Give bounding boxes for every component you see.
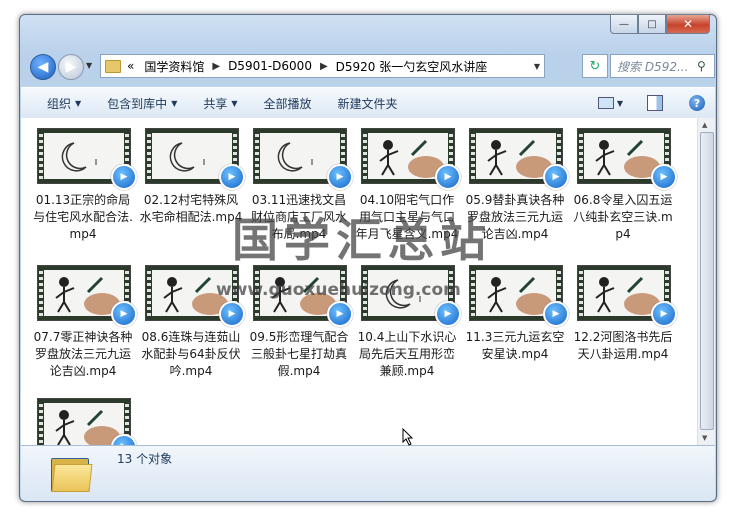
back-button[interactable]: ◀: [30, 54, 56, 80]
search-input[interactable]: 搜索 D592...: [617, 58, 695, 75]
close-button[interactable]: ✕: [666, 14, 710, 34]
preview-pane-icon[interactable]: [647, 95, 663, 111]
command-toolbar: 组织 ▼ 包含到库中 ▼ 共享 ▼ 全部播放 新建文件夹 ▼ ?: [21, 87, 715, 119]
folder-icon: [105, 59, 121, 73]
forward-arrow-icon: ▶: [65, 59, 77, 75]
folder-icon: [51, 454, 93, 492]
chevron-right-icon[interactable]: ▶: [320, 61, 328, 72]
video-thumbnail: ▶: [469, 128, 569, 190]
media-player-icon: ▶: [327, 164, 353, 190]
scrollbar-thumb[interactable]: [700, 132, 714, 430]
forward-button[interactable]: ▶: [58, 54, 84, 80]
chevron-right-icon[interactable]: ▶: [212, 61, 220, 72]
file-item[interactable]: ▶ 11.3三元九运玄空安星诀.mp4: [463, 265, 569, 363]
media-player-icon: ▶: [219, 301, 245, 327]
play-all-button[interactable]: 全部播放: [264, 95, 312, 112]
scroll-down-icon[interactable]: ▼: [702, 434, 707, 442]
video-thumbnail: ▶: [37, 265, 137, 327]
include-label: 包含到库中: [107, 96, 168, 111]
file-name: 01.13正宗的命局与住宅风水配合法.mp4: [33, 193, 133, 241]
include-in-library-menu[interactable]: 包含到库中 ▼: [107, 95, 177, 112]
video-thumbnail: ▶: [577, 128, 677, 190]
video-thumbnail: ▶: [253, 128, 353, 190]
file-name: 10.4上山下水识心局先后天互用形峦兼顾.mp4: [357, 330, 457, 378]
media-player-icon: ▶: [435, 301, 461, 327]
breadcrumb-item-2[interactable]: D5901-D6000: [228, 59, 312, 73]
video-thumbnail: ▶: [37, 128, 137, 190]
file-item[interactable]: ▶ 01.13正宗的命局与住宅风水配合法.mp4: [31, 128, 137, 243]
breadcrumb-overflow[interactable]: «: [127, 59, 134, 73]
file-name: 06.8令星入囚五运八纯卦玄空三诀.mp4: [573, 193, 673, 241]
video-thumbnail: ▶: [577, 265, 677, 327]
maximize-button[interactable]: □: [638, 14, 666, 34]
organize-label: 组织: [47, 96, 72, 111]
file-item[interactable]: ▶ 06.8令星入囚五运八纯卦玄空三诀.mp4: [571, 128, 677, 243]
file-name: 09.5形峦理气配合三般卦七星打劫真假.mp4: [249, 330, 349, 378]
file-name: 08.6连珠与连茹山水配卦与64卦反伏吟.mp4: [141, 330, 241, 378]
search-icon[interactable]: ⚲: [697, 59, 706, 73]
media-player-icon: ▶: [651, 301, 677, 327]
navigation-bar: ◀ ▶ ▼ « 国学资料馆 ▶ D5901-D6000 ▶ D5920 张一勺玄…: [30, 53, 715, 81]
media-player-icon: ▶: [111, 164, 137, 190]
media-player-icon: ▶: [543, 164, 569, 190]
video-thumbnail: ▶: [469, 265, 569, 327]
file-item[interactable]: ▶ 12.2河图洛书先后天八卦运用.mp4: [571, 265, 677, 363]
file-name: 11.3三元九运玄空安星诀.mp4: [465, 330, 565, 361]
help-icon[interactable]: ?: [689, 95, 705, 111]
media-player-icon: ▶: [111, 301, 137, 327]
mouse-cursor-icon: [402, 428, 414, 446]
new-folder-button[interactable]: 新建文件夹: [338, 95, 398, 112]
media-player-icon: ▶: [219, 164, 245, 190]
breadcrumb-item-3[interactable]: D5920 张一勺玄空风水讲座: [336, 58, 488, 75]
file-name: 12.2河图洛书先后天八卦运用.mp4: [573, 330, 673, 361]
media-player-icon: ▶: [543, 301, 569, 327]
search-box[interactable]: 搜索 D592... ⚲: [610, 54, 715, 78]
details-pane: 13 个对象: [21, 445, 715, 501]
item-count: 13 个对象: [117, 452, 173, 466]
video-thumbnail: ▶: [145, 128, 245, 190]
address-bar[interactable]: « 国学资料馆 ▶ D5901-D6000 ▶ D5920 张一勺玄空风水讲座 …: [100, 54, 545, 78]
breadcrumb-item-1[interactable]: 国学资料馆: [144, 58, 204, 75]
refresh-icon: ↻: [589, 58, 601, 74]
share-label: 共享: [203, 96, 228, 111]
media-player-icon: ▶: [435, 164, 461, 190]
window-controls: — □ ✕: [610, 14, 710, 34]
minimize-button[interactable]: —: [610, 14, 638, 34]
refresh-button[interactable]: ↻: [582, 54, 608, 78]
media-player-icon: ▶: [327, 301, 353, 327]
history-dropdown-icon[interactable]: ▼: [86, 61, 92, 70]
video-thumbnail: ▶: [361, 128, 461, 190]
address-dropdown-icon[interactable]: ▼: [534, 62, 540, 71]
share-menu[interactable]: 共享 ▼: [203, 95, 237, 112]
file-item[interactable]: ▶ 02.12村宅特殊风水宅命相配法.mp4: [139, 128, 245, 226]
view-options-icon[interactable]: [597, 97, 614, 109]
media-player-icon: ▶: [651, 164, 677, 190]
file-name: 07.7零正神诀各种罗盘放法三元九运论吉凶.mp4: [33, 330, 133, 378]
video-thumbnail: ▶: [37, 398, 137, 445]
file-item[interactable]: ▶ 07.7零正神诀各种罗盘放法三元九运论吉凶.mp4: [31, 265, 137, 380]
file-name: 02.12村宅特殊风水宅命相配法.mp4: [139, 193, 243, 224]
watermark-url: www.guoxuehuizong.com: [216, 280, 461, 300]
file-item[interactable]: ▶: [31, 398, 137, 445]
watermark-text: 国学汇总站: [232, 213, 492, 267]
chevron-down-icon: ▼: [75, 98, 82, 108]
scroll-up-icon[interactable]: ▲: [702, 121, 707, 129]
chevron-down-icon: ▼: [231, 98, 238, 108]
vertical-scrollbar[interactable]: ▲ ▼: [697, 118, 715, 445]
chevron-down-icon[interactable]: ▼: [617, 99, 623, 108]
back-arrow-icon: ◀: [37, 59, 49, 75]
chevron-down-icon: ▼: [171, 98, 178, 108]
organize-menu[interactable]: 组织 ▼: [47, 95, 81, 112]
